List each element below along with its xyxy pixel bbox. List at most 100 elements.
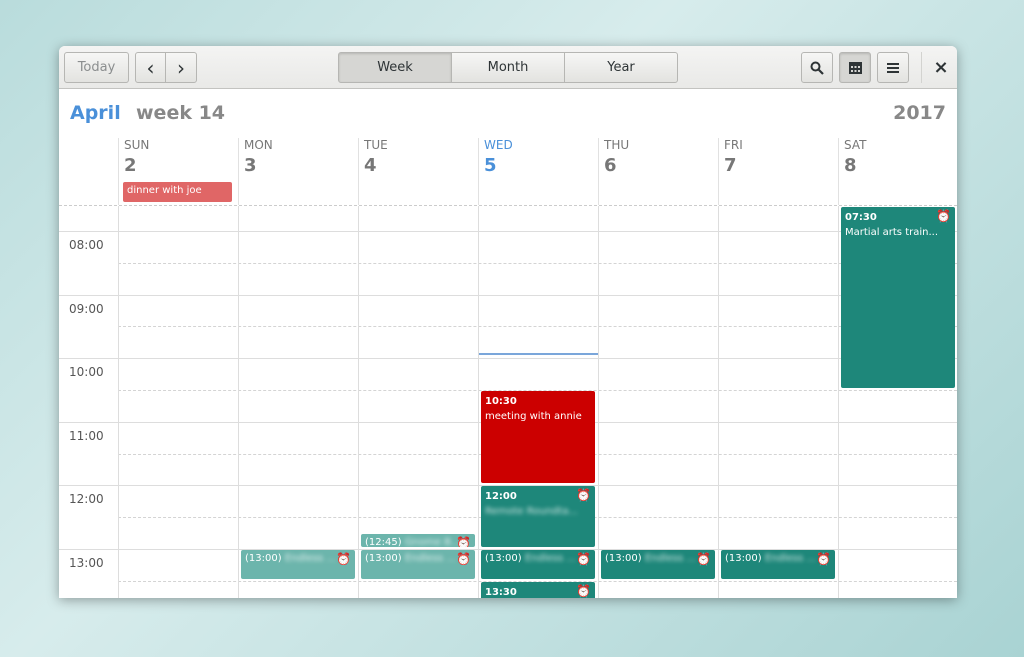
day-header-tue[interactable]: TUE 4	[358, 138, 478, 205]
event[interactable]: (13:00) Endless ... ⏰	[241, 550, 355, 579]
day-name: SUN	[124, 138, 150, 152]
event[interactable]: 07:30 Martial arts train... ⏰	[841, 207, 955, 388]
day-header-sat[interactable]: SAT 8	[838, 138, 957, 205]
event-time: 12:00	[485, 491, 517, 503]
menu-button[interactable]	[877, 52, 909, 83]
alarm-icon: ⏰	[576, 552, 591, 566]
event-title: Martial arts train...	[845, 227, 939, 238]
hamburger-menu-icon	[887, 62, 899, 73]
day-name: WED	[484, 138, 513, 152]
today-button[interactable]: Today	[64, 52, 129, 83]
header-separator	[921, 52, 922, 83]
day-header-fri[interactable]: FRI 7	[718, 138, 838, 205]
event-title: meeting with annie	[485, 411, 582, 422]
event-time: (13:00)	[485, 553, 522, 564]
next-button[interactable]: ›	[165, 52, 197, 83]
alarm-icon: ⏰	[696, 552, 711, 566]
tab-month[interactable]: Month	[451, 52, 565, 83]
event[interactable]: 10:30 meeting with annie	[481, 391, 595, 484]
header-bar: Today ‹ › Week Month Year ×	[59, 46, 957, 89]
event-title: Endless ...	[524, 553, 576, 564]
month-title: April	[70, 102, 121, 124]
event[interactable]: (13:00) Endless ... ⏰	[601, 550, 715, 579]
alarm-icon: ⏰	[576, 583, 591, 598]
day-column-divider	[838, 206, 839, 598]
hour-label: 09:00	[69, 301, 104, 316]
hour-label: 10:00	[69, 365, 104, 380]
day-name: FRI	[724, 138, 743, 152]
event-time: (13:00)	[725, 553, 762, 564]
previous-button[interactable]: ‹	[135, 52, 166, 83]
tab-year[interactable]: Year	[564, 52, 678, 83]
event-time: (12:45)	[365, 537, 402, 547]
week-grid: 08:00 09:00 10:00 11:00 12:00 13:00 07:30 Marti…	[59, 205, 957, 598]
event-title: Endless ...	[284, 553, 336, 564]
day-number: 4	[364, 155, 377, 176]
hour-line	[59, 358, 957, 360]
day-number: 6	[604, 155, 617, 176]
event-time: (13:00)	[605, 553, 642, 564]
event[interactable]: (13:00) Endless ... ⏰	[481, 550, 595, 579]
day-column-divider	[238, 206, 239, 598]
day-column-divider	[718, 206, 719, 598]
event[interactable]: 12:00 Remote Roundta... ⏰	[481, 486, 595, 547]
search-icon	[810, 61, 824, 75]
day-header-thu[interactable]: THU 6	[598, 138, 718, 205]
day-number: 2	[124, 155, 137, 176]
event-title: Gnome B...	[404, 537, 461, 547]
search-button[interactable]	[801, 52, 833, 83]
close-button[interactable]: ×	[925, 52, 957, 83]
hour-label: 11:00	[69, 428, 104, 443]
day-header-wed[interactable]: WED 5	[478, 138, 598, 205]
day-name: SAT	[844, 138, 867, 152]
chevron-right-icon: ›	[177, 55, 185, 80]
alarm-icon: ⏰	[816, 552, 831, 566]
calendar-management-button[interactable]	[839, 52, 871, 83]
day-number: 8	[844, 155, 857, 176]
year-title: 2017	[893, 102, 946, 124]
event[interactable]: (13:00) Endless ... ⏰	[361, 550, 475, 579]
day-column-divider	[358, 206, 359, 598]
calendar-grid-icon	[848, 61, 862, 74]
close-icon: ×	[933, 57, 949, 78]
half-hour-line	[118, 326, 957, 328]
day-column-divider	[598, 206, 599, 598]
event-time: 13:30	[485, 586, 517, 598]
event-title: Remote Roundta...	[485, 506, 578, 518]
event[interactable]: 13:30 ⏰	[481, 581, 595, 598]
day-name: TUE	[364, 138, 388, 152]
day-name: THU	[604, 138, 630, 152]
current-time-indicator	[479, 352, 598, 355]
alarm-icon: ⏰	[336, 552, 351, 566]
day-number: 3	[244, 155, 257, 176]
day-header-mon[interactable]: MON 3	[238, 138, 358, 205]
day-column-divider	[478, 206, 479, 598]
day-column-divider	[118, 206, 119, 598]
event-time: 10:30	[485, 396, 517, 407]
event-title: Endless ...	[644, 553, 696, 564]
hour-label: 13:00	[69, 556, 104, 570]
hour-line	[59, 294, 957, 296]
event-title: Endless ...	[764, 553, 816, 564]
hour-label: 12:00	[69, 492, 104, 507]
alarm-icon: ⏰	[936, 209, 951, 223]
event-time: (13:00)	[365, 553, 402, 564]
all-day-event[interactable]: dinner with joe	[123, 182, 232, 202]
tab-week[interactable]: Week	[338, 52, 452, 83]
hour-label: 08:00	[69, 238, 104, 252]
alarm-icon: ⏰	[456, 536, 471, 547]
event-time: (13:00)	[245, 553, 282, 564]
half-hour-line	[118, 262, 957, 264]
event-time: 07:30	[845, 212, 877, 223]
week-title: week 14	[136, 102, 226, 124]
alarm-icon: ⏰	[456, 552, 471, 566]
calendar-window: Today ‹ › Week Month Year × April week 1…	[59, 46, 957, 598]
hour-line	[59, 231, 957, 232]
event-title: Endless ...	[404, 553, 456, 564]
day-name: MON	[244, 138, 273, 152]
alarm-icon: ⏰	[576, 488, 591, 503]
event[interactable]: (12:45) Gnome B... ⏰	[361, 534, 475, 547]
event[interactable]: (13:00) Endless ... ⏰	[721, 550, 835, 579]
chevron-left-icon: ‹	[146, 55, 155, 80]
day-number: 7	[724, 155, 737, 176]
